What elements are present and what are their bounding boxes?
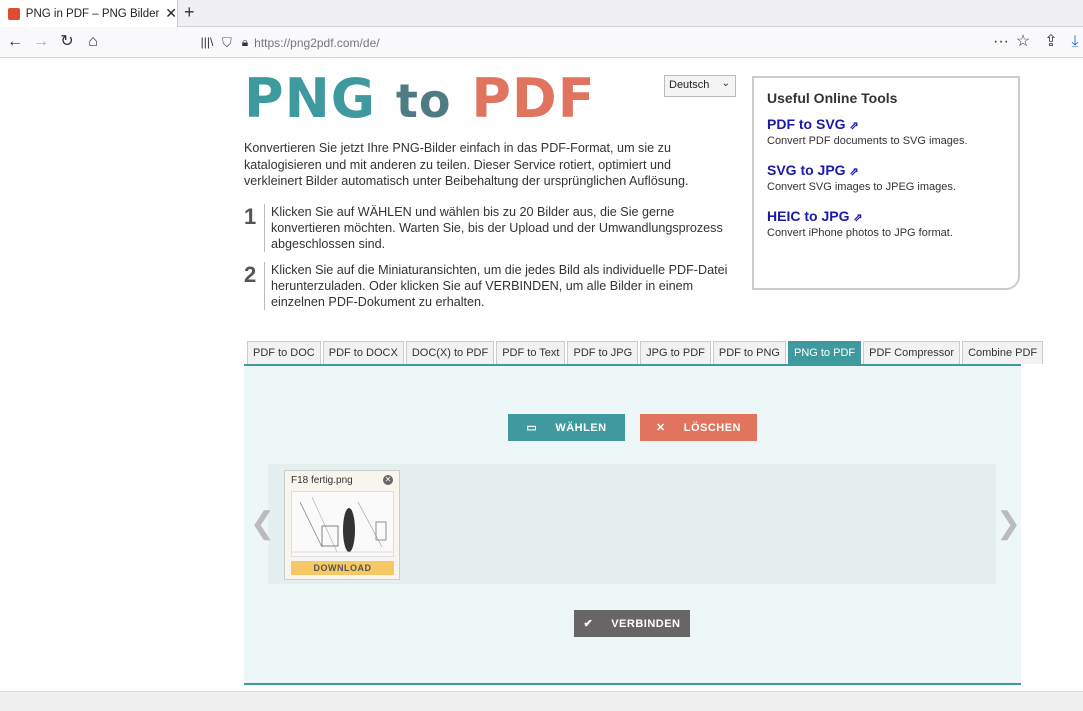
converter-area: ▭ WÄHLEN ✕ LÖSCHEN ❮ ❯ F18 fertig.png ✕ [244,364,1021,685]
browser-navbar: ← → ↻ ⌂ |||\ ⛉ 🔒︎ https://png2pdf.com/de… [0,27,1083,58]
shield-icon[interactable]: ⛉ [222,35,232,51]
step-number: 1 [244,204,257,229]
url-bar[interactable]: ⛉ 🔒︎ https://png2pdf.com/de/ [222,31,1042,54]
useful-tools-box: Useful Online Tools PDF to SVG ⇗ Convert… [752,76,1020,290]
tool-svg-to-jpg[interactable]: SVG to JPG ⇗ Convert SVG images to JPEG … [767,162,1005,193]
tool-title[interactable]: HEIC to JPG [767,208,849,224]
tool-title[interactable]: SVG to JPG [767,162,846,178]
select-button[interactable]: ▭ WÄHLEN [508,414,625,441]
url-text[interactable]: https://png2pdf.com/de/ [254,36,379,50]
tool-title[interactable]: PDF to SVG [767,116,846,132]
tab-docx-to-pdf[interactable]: DOC(X) to PDF [405,341,495,364]
logo-png: PNG [244,67,377,130]
back-icon[interactable]: ← [4,32,26,52]
merge-button[interactable]: ✔ VERBINDEN [574,610,690,637]
tab-combine-pdf[interactable]: Combine PDF [962,341,1044,364]
home-icon[interactable]: ⌂ [82,32,104,52]
tool-desc: Convert iPhone photos to JPG format. [767,227,953,239]
logo-pdf: PDF [471,67,596,130]
lock-icon[interactable]: 🔒︎ [242,35,248,50]
tool-desc: Convert SVG images to JPEG images. [767,181,956,193]
pocket-icon[interactable]: ⇪ [1040,32,1062,52]
site-logo[interactable]: PNG to PDF [244,72,596,129]
intro-text: Konvertieren Sie jetzt Ihre PNG-Bilder e… [244,141,689,188]
tools-heading: Useful Online Tools [767,90,898,106]
page-content: PNG to PDF Deutsch ⌄ Konvertieren Sie je… [0,58,1083,691]
step-number: 2 [244,262,257,287]
tab-pdf-to-doc[interactable]: PDF to DOC [247,341,321,364]
forward-icon[interactable]: → [30,32,52,52]
format-tabs: PDF to DOC PDF to DOCX DOC(X) to PDF PDF… [247,341,1045,364]
close-icon: ✕ [656,422,666,434]
file-name: F18 fertig.png [291,475,353,486]
tab-close-icon[interactable]: ✕ [165,5,177,22]
download-icon[interactable]: ⤓ [1064,32,1083,52]
external-link-icon: ⇗ [853,212,863,224]
tool-pdf-to-svg[interactable]: PDF to SVG ⇗ Convert PDF documents to SV… [767,116,1005,147]
step-1: 1 Klicken Sie auf WÄHLEN und wählen bis … [244,204,744,254]
tab-pdf-to-docx[interactable]: PDF to DOCX [322,341,404,364]
chevron-left-icon[interactable]: ❮ [250,506,275,541]
tab-png-to-pdf[interactable]: PNG to PDF [787,341,862,364]
clear-button[interactable]: ✕ LÖSCHEN [640,414,757,441]
drawing-preview-icon [292,492,393,556]
browser-tabbar: PNG in PDF – PNG Bilder online ✕ + [0,0,1083,27]
library-icon[interactable]: |||\ [196,32,218,52]
reload-icon[interactable]: ↻ [56,32,78,52]
step-text: Klicken Sie auf die Miniaturansichten, u… [264,262,739,310]
language-select[interactable]: Deutsch ⌄ [664,75,736,97]
tab-pdf-to-text[interactable]: PDF to Text [496,341,566,364]
tab-pdf-to-jpg[interactable]: PDF to JPG [567,341,639,364]
tab-jpg-to-pdf[interactable]: JPG to PDF [640,341,711,364]
chevron-down-icon: ⌄ [721,78,730,89]
tool-heic-to-jpg[interactable]: HEIC to JPG ⇗ Convert iPhone photos to J… [767,208,1005,239]
chevron-right-icon[interactable]: ❯ [996,506,1021,541]
bottom-bar [0,691,1083,711]
language-value: Deutsch [669,79,710,91]
clear-label: LÖSCHEN [683,421,741,434]
more-icon[interactable]: ··· [990,32,1012,52]
merge-label: VERBINDEN [611,617,681,630]
remove-file-icon[interactable]: ✕ [383,475,393,485]
logo-to: to [395,74,452,128]
checkmark-icon: ✔ [583,618,594,630]
external-link-icon: ⇗ [849,166,859,178]
select-label: WÄHLEN [555,421,607,434]
favicon-icon [8,7,20,20]
step-text: Klicken Sie auf WÄHLEN und wählen bis zu… [264,204,739,252]
external-link-icon: ⇗ [849,120,859,132]
new-tab-icon[interactable]: + [184,2,195,23]
tab-title: PNG in PDF – PNG Bilder online [25,7,161,20]
tool-desc: Convert PDF documents to SVG images. [767,135,968,147]
folder-icon: ▭ [526,422,538,434]
download-button[interactable]: DOWNLOAD [291,561,394,575]
bookmark-star-icon[interactable]: ☆ [1012,32,1034,52]
browser-tab[interactable]: PNG in PDF – PNG Bilder online ✕ [0,0,178,27]
tab-pdf-compressor[interactable]: PDF Compressor [863,341,961,364]
step-2: 2 Klicken Sie auf die Miniaturansichten,… [244,262,744,312]
thumbnail-image[interactable] [291,491,394,557]
tab-pdf-to-png[interactable]: PDF to PNG [712,341,786,364]
file-thumbnail[interactable]: F18 fertig.png ✕ DOWNLOAD [284,470,400,580]
